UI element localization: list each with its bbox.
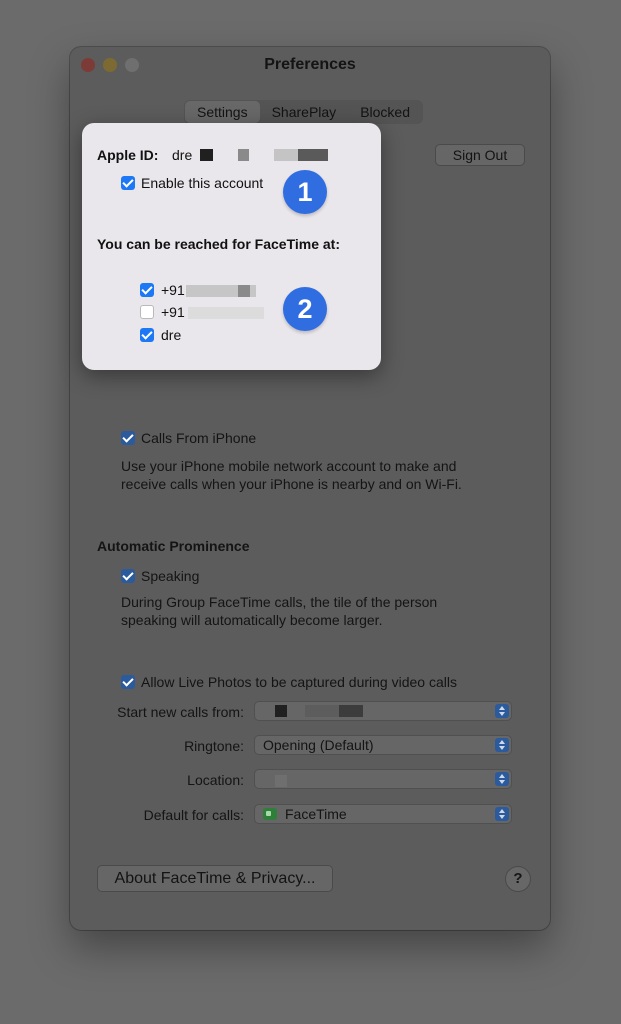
- apple-id-value: dre: [172, 147, 193, 163]
- redacted-text: [339, 705, 363, 717]
- enable-account-checkbox[interactable]: [121, 176, 135, 190]
- redacted-text: [238, 285, 250, 297]
- redacted-text: [274, 149, 298, 161]
- calls-from-iphone-checkbox[interactable]: [121, 431, 135, 445]
- redacted-text: [298, 149, 328, 161]
- about-facetime-privacy-button[interactable]: About FaceTime & Privacy...: [97, 865, 333, 892]
- up-down-chevron-icon: [495, 772, 509, 786]
- enable-account-label: Enable this account: [141, 175, 264, 191]
- up-down-chevron-icon: [495, 807, 509, 821]
- reach-item-phone-2: +91: [161, 304, 185, 320]
- calls-from-iphone-label: Calls From iPhone: [141, 430, 257, 446]
- ringtone-popup[interactable]: Opening (Default): [254, 735, 512, 755]
- reach-checkbox-email[interactable]: [140, 328, 154, 342]
- sign-out-button[interactable]: Sign Out: [435, 144, 525, 166]
- redacted-text: [275, 775, 287, 787]
- annotation-badge-1: 1: [283, 170, 327, 214]
- tab-shareplay[interactable]: SharePlay: [260, 101, 349, 123]
- ringtone-value: Opening (Default): [263, 737, 374, 753]
- redacted-text: [200, 149, 213, 161]
- speaking-checkbox[interactable]: [121, 569, 135, 583]
- location-popup[interactable]: [254, 769, 512, 789]
- ringtone-label: Ringtone:: [184, 738, 244, 754]
- reach-checkbox-phone-2[interactable]: [140, 305, 154, 319]
- tab-bar: Settings SharePlay Blocked: [184, 100, 423, 124]
- up-down-chevron-icon: [495, 738, 509, 752]
- live-photos-label: Allow Live Photos to be captured during …: [141, 674, 457, 690]
- automatic-prominence-heading: Automatic Prominence: [97, 538, 250, 554]
- redacted-text: [238, 149, 249, 161]
- up-down-chevron-icon: [495, 704, 509, 718]
- tab-settings[interactable]: Settings: [185, 101, 260, 123]
- reach-heading: You can be reached for FaceTime at:: [97, 236, 341, 252]
- default-calls-label: Default for calls:: [143, 807, 244, 823]
- live-photos-checkbox[interactable]: [121, 675, 135, 689]
- facetime-app-icon: [263, 808, 277, 820]
- tab-blocked[interactable]: Blocked: [348, 101, 422, 123]
- location-label: Location:: [187, 772, 244, 788]
- window-title: Preferences: [264, 56, 356, 73]
- apple-id-label: Apple ID:: [97, 147, 159, 163]
- redacted-text: [188, 307, 264, 319]
- reach-checkbox-phone-1[interactable]: [140, 283, 154, 297]
- default-calls-value: FaceTime: [285, 806, 347, 822]
- account-highlight-panel: Apple ID: dre Enable this account 1 You …: [82, 123, 381, 370]
- annotation-badge-2: 2: [283, 287, 327, 331]
- start-calls-label: Start new calls from:: [117, 704, 244, 720]
- default-calls-popup[interactable]: FaceTime: [254, 804, 512, 824]
- reach-item-email: dre: [161, 327, 182, 343]
- reach-item-phone-1: +91: [161, 282, 185, 298]
- speaking-description: During Group FaceTime calls, the tile of…: [121, 594, 438, 628]
- help-button[interactable]: ?: [505, 866, 531, 892]
- redacted-text: [275, 705, 287, 717]
- speaking-label: Speaking: [141, 568, 200, 584]
- titlebar: Preferences: [70, 47, 550, 83]
- calls-from-iphone-description: Use your iPhone mobile network account t…: [121, 458, 462, 492]
- start-calls-popup[interactable]: [254, 701, 512, 721]
